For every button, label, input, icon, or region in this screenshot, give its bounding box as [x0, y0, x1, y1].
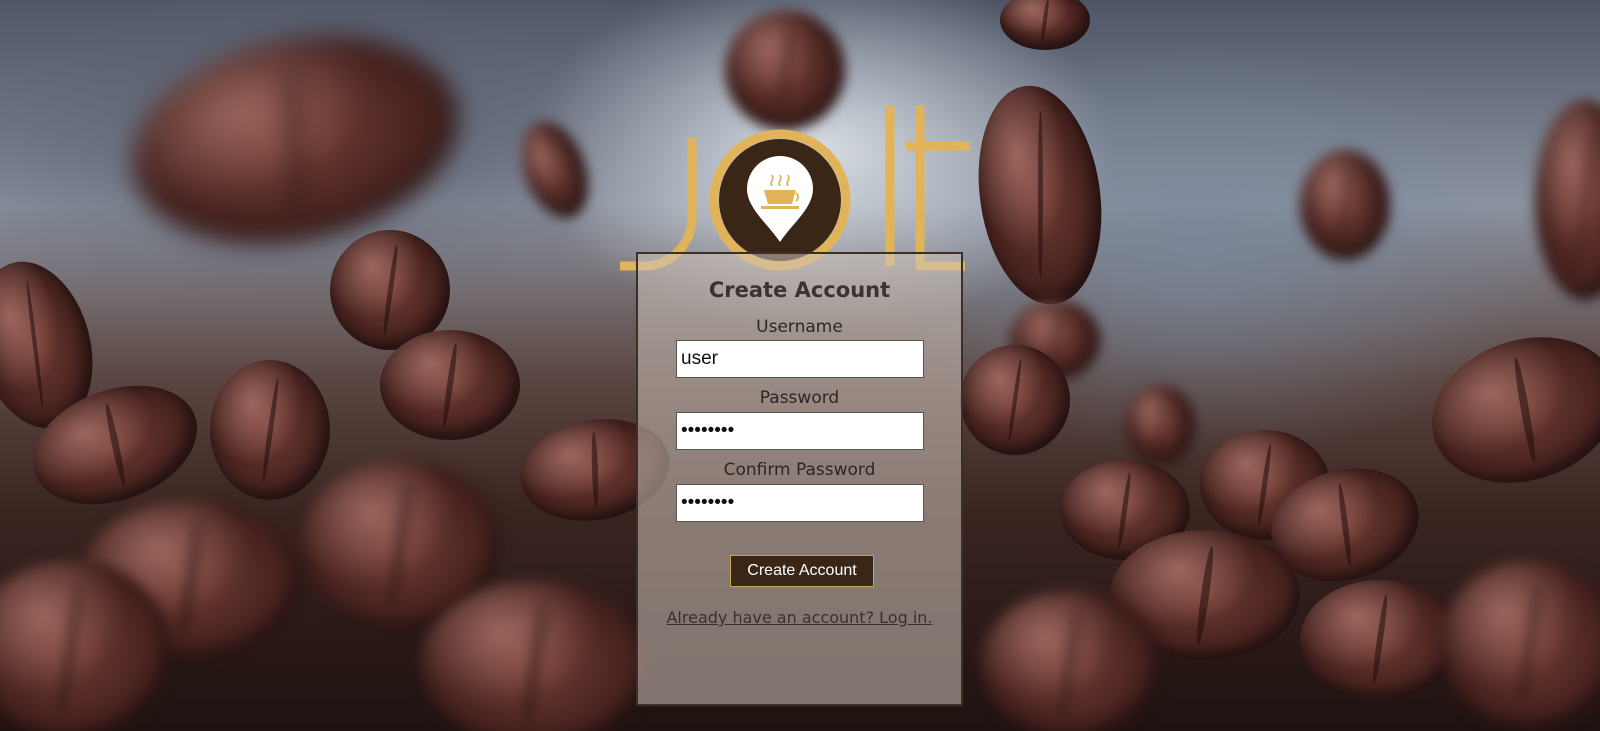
background-bean: [1440, 560, 1600, 730]
background-bean: [112, 7, 478, 273]
background-bean: [1125, 385, 1195, 465]
username-label: Username: [756, 317, 843, 337]
create-account-panel: Create Account Username Password Confirm…: [636, 252, 963, 706]
background-bean: [1300, 150, 1390, 260]
background-bean: [1300, 580, 1460, 700]
background-bean: [509, 112, 601, 228]
password-field[interactable]: [676, 412, 924, 450]
confirm-password-field[interactable]: [676, 484, 924, 522]
password-label: Password: [759, 388, 840, 408]
background-bean: [960, 345, 1070, 455]
form-title: Create Account: [708, 278, 891, 302]
background-bean: [1413, 314, 1600, 506]
confirm-password-label: Confirm Password: [723, 460, 876, 480]
username-field[interactable]: [676, 340, 924, 378]
background-bean: [980, 590, 1160, 731]
background-bean: [1000, 0, 1090, 50]
login-link[interactable]: Already have an account? Log in.: [638, 608, 961, 627]
create-account-button[interactable]: Create Account: [730, 555, 874, 587]
background-bean: [965, 77, 1115, 313]
background-bean: [210, 360, 330, 500]
background-bean: [1535, 100, 1600, 300]
background-bean: [420, 580, 650, 731]
background-bean: [380, 330, 520, 440]
